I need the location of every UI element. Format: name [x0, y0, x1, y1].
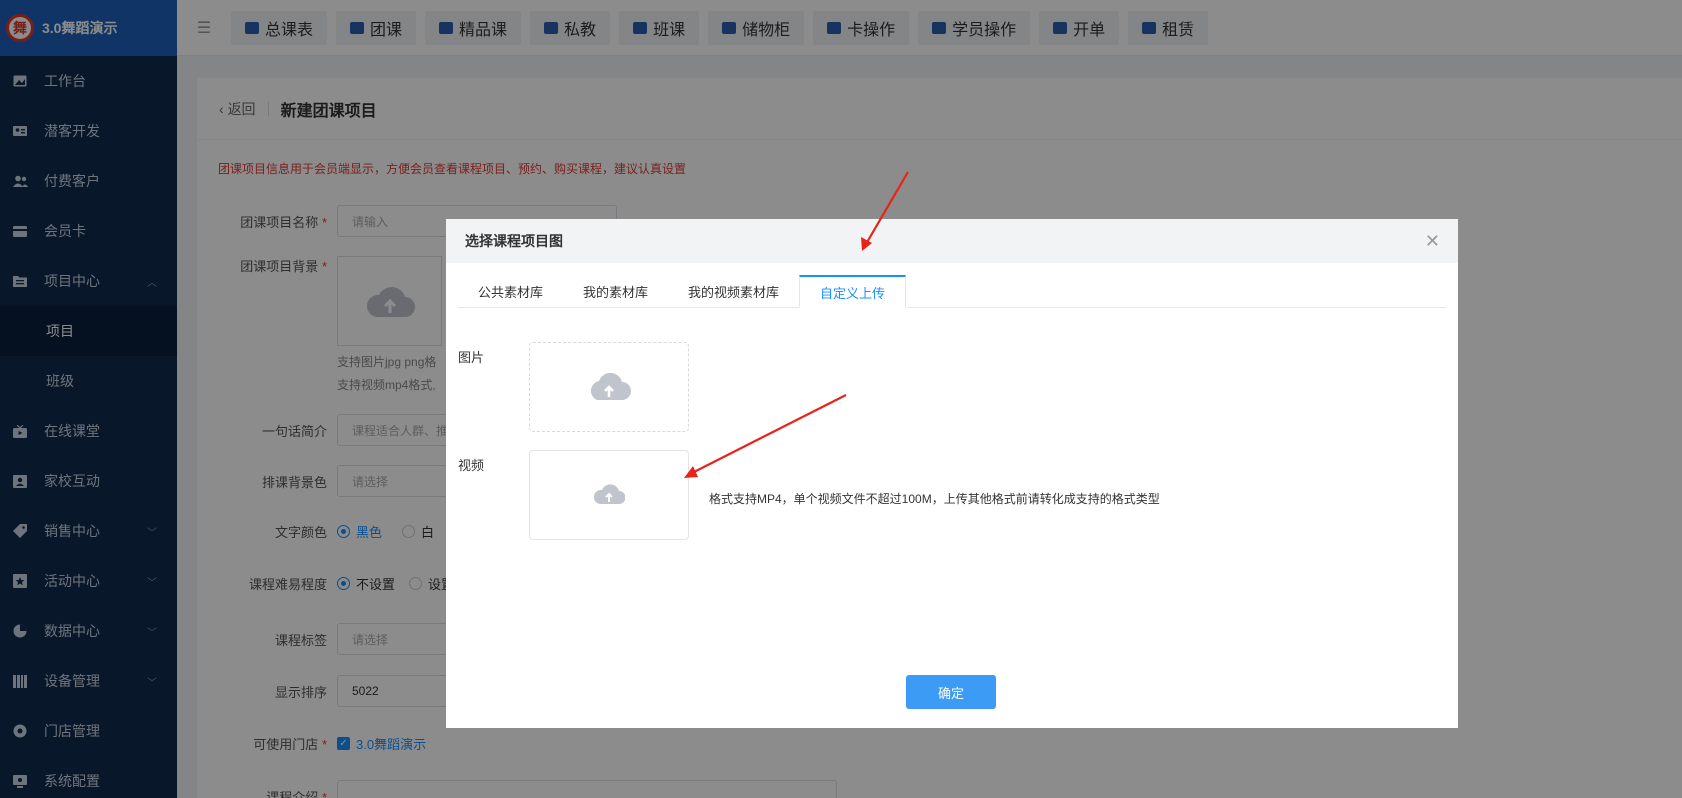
dialog-tabs: 公共素材库 我的素材库 我的视频素材库 自定义上传: [458, 275, 1446, 308]
close-icon[interactable]: ✕: [1425, 231, 1440, 252]
tab-custom-upload[interactable]: 自定义上传: [799, 275, 907, 308]
video-label: 视频: [458, 458, 485, 473]
image-upload-box[interactable]: [529, 342, 689, 432]
tab-public-library[interactable]: 公共素材库: [458, 275, 563, 308]
image-label: 图片: [458, 350, 485, 365]
cloud-upload-icon: [587, 370, 631, 405]
dialog-title: 选择课程项目图: [465, 233, 563, 249]
confirm-button[interactable]: 确定: [906, 675, 996, 709]
dialog-header: 选择课程项目图 ✕: [446, 219, 1458, 263]
select-image-dialog: 选择课程项目图 ✕ 公共素材库 我的素材库 我的视频素材库 自定义上传 图片 视…: [446, 219, 1458, 728]
video-upload-box[interactable]: [529, 450, 689, 540]
tab-my-video-library[interactable]: 我的视频素材库: [668, 275, 799, 308]
tab-my-library[interactable]: 我的素材库: [563, 275, 668, 308]
cloud-upload-icon: [593, 482, 626, 509]
video-format-hint: 格式支持MP4，单个视频文件不超过100M，上传其他格式前请转化成支持的格式类型: [709, 492, 1160, 506]
